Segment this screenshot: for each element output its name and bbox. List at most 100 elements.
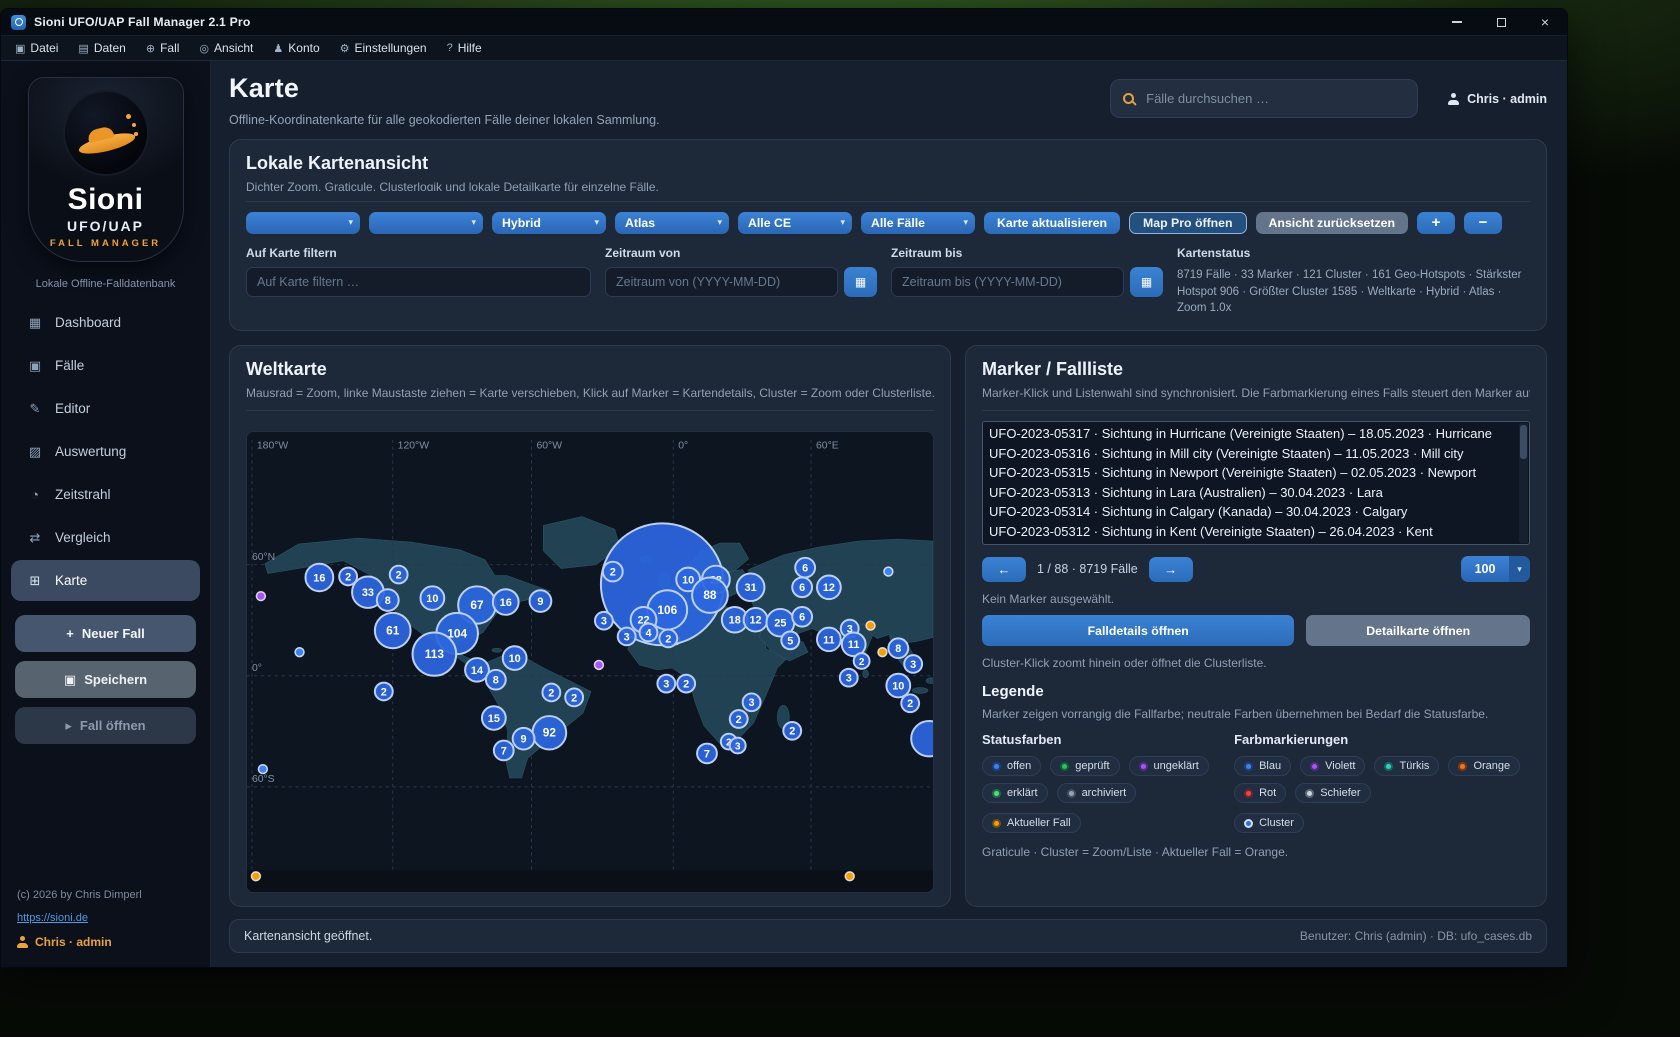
map-cluster[interactable]: 8 [377, 589, 399, 611]
search-input[interactable] [1144, 90, 1405, 107]
case-list-item[interactable]: UFO-2023-05316 · Sichtung in Mill city (… [989, 444, 1515, 464]
case-marker-dot[interactable] [878, 648, 887, 657]
date-to-calendar-button[interactable]: ▦ [1130, 267, 1163, 297]
map-cluster[interactable]: 2 [603, 562, 623, 582]
case-marker-dot[interactable] [884, 567, 893, 576]
map-cluster[interactable]: 113 [413, 633, 457, 676]
date-from-calendar-button[interactable]: ▦ [844, 267, 877, 297]
case-list-item[interactable]: UFO-2023-05313 · Sichtung in Lara (Austr… [989, 483, 1515, 503]
select-karten-thema[interactable]: Atlas▾ [615, 212, 729, 234]
case-list-item[interactable]: UFO-2023-05315 · Sichtung in Newport (Ve… [989, 463, 1515, 483]
menu-konto[interactable]: ♟Konto [263, 36, 329, 60]
maximize-button[interactable] [1479, 9, 1523, 35]
open-detail-map-button[interactable]: Detailkarte öffnen [1306, 615, 1530, 646]
select-karten-ebene[interactable]: ▾ [369, 212, 483, 234]
map-cluster[interactable]: 2 [565, 689, 583, 707]
map-cluster[interactable]: 10 [420, 586, 444, 610]
refresh-map-button[interactable]: Karte aktualisieren [984, 212, 1120, 234]
map-cluster[interactable]: 12 [744, 608, 768, 632]
map-cluster[interactable]: 15 [482, 706, 506, 730]
sidebar-item-faelle[interactable]: ▣Fälle [11, 345, 200, 386]
map-cluster[interactable]: 10 [503, 646, 527, 670]
case-marker-dot[interactable] [251, 872, 260, 881]
case-list-scrollbar[interactable] [1519, 423, 1528, 543]
map-cluster[interactable]: 3 [840, 669, 858, 687]
map-cluster[interactable]: 3 [595, 612, 613, 630]
speichern-button[interactable]: ▣Speichern [15, 661, 196, 698]
open-case-details-button[interactable]: Falldetails öffnen [982, 615, 1294, 646]
world-map-canvas[interactable]: 180°W120°W60°W0°60°E60°N0°60°S 162233810… [246, 431, 934, 893]
map-cluster[interactable]: 4 [640, 624, 658, 642]
map-cluster[interactable]: 6 [792, 607, 812, 627]
pager-next-button[interactable]: → [1149, 557, 1193, 582]
zoom-out-button[interactable]: − [1464, 212, 1502, 234]
select-karten-projektion[interactable]: ▾ [246, 212, 360, 234]
map-cluster[interactable]: 7 [494, 741, 514, 761]
map-cluster[interactable]: 3 [657, 675, 675, 693]
map-pro-button[interactable]: Map Pro öffnen [1129, 212, 1247, 234]
select-fall-filter[interactable]: Alle Fälle▾ [861, 212, 975, 234]
sidebar-item-karte[interactable]: ⊞Karte [11, 560, 200, 601]
menu-fall[interactable]: ⊕Fall [136, 36, 190, 60]
scrollbar-thumb[interactable] [1520, 425, 1527, 459]
zoom-in-button[interactable]: + [1417, 212, 1455, 234]
case-list-item[interactable]: UFO-2023-05312 · Sichtung in Kent (Verei… [989, 522, 1515, 542]
map-cluster[interactable]: 2 [375, 683, 393, 701]
map-cluster[interactable]: 16 [493, 589, 519, 615]
map-cluster[interactable]: 2 [854, 653, 870, 669]
case-list-item[interactable]: UFO-2023-05317 · Sichtung in Hurricane (… [989, 424, 1515, 444]
map-cluster[interactable]: 16 [305, 564, 333, 592]
sidebar-item-auswertung[interactable]: ▨Auswertung [11, 431, 200, 472]
map-filter-input[interactable] [246, 267, 591, 297]
case-list[interactable]: UFO-2023-05317 · Sichtung in Hurricane (… [982, 421, 1530, 545]
map-cluster[interactable]: 8 [888, 638, 908, 658]
map-cluster[interactable]: 3 [743, 693, 761, 711]
map-cluster[interactable]: 9 [530, 590, 552, 612]
map-cluster[interactable]: 12 [817, 576, 841, 600]
map-cluster[interactable]: 31 [737, 574, 765, 602]
sidebar-item-zeitstrahl[interactable]: ◔Zeitstrahl [11, 474, 200, 515]
map-cluster[interactable]: 88 [692, 577, 728, 612]
map-cluster[interactable]: 2 [390, 566, 408, 584]
case-marker-dot[interactable] [866, 621, 875, 630]
map-cluster[interactable]: 5 [781, 632, 799, 650]
map-cluster[interactable]: 7 [697, 744, 717, 764]
map-cluster[interactable]: 2 [901, 694, 919, 712]
map-cluster[interactable]: 3 [904, 655, 922, 673]
map-cluster[interactable]: 2 [659, 630, 677, 648]
date-to-input[interactable] [891, 267, 1124, 297]
select-ce-filter[interactable]: Alle CE▾ [738, 212, 852, 234]
map-cluster[interactable]: 3 [730, 738, 746, 754]
menu-daten[interactable]: ▤Daten [68, 36, 135, 60]
select-ansicht-modus[interactable]: Hybrid▾ [492, 212, 606, 234]
map-cluster[interactable]: 61 [375, 613, 411, 648]
page-size-select[interactable]: 100 ▾ [1461, 556, 1530, 582]
search-box[interactable] [1110, 79, 1418, 118]
website-link[interactable]: https://sioni.de [17, 912, 194, 924]
map-cluster[interactable]: 10 [886, 674, 910, 698]
case-marker-dot[interactable] [295, 648, 304, 657]
menu-hilfe[interactable]: ?Hilfe [437, 36, 492, 60]
case-list-item[interactable]: UFO-2023-05314 · Sichtung in Calgary (Ka… [989, 502, 1515, 522]
map-cluster[interactable]: 92 [533, 716, 567, 749]
map-cluster[interactable]: 3 [618, 628, 636, 646]
pager-prev-button[interactable]: ← [982, 557, 1026, 582]
sidebar-item-dashboard[interactable]: ▦Dashboard [11, 302, 200, 343]
map-cluster[interactable]: 6 [795, 558, 815, 578]
menu-datei[interactable]: ▣Datei [5, 36, 68, 60]
date-from-input[interactable] [605, 267, 838, 297]
case-marker-dot[interactable] [258, 765, 267, 774]
map-cluster[interactable]: 2 [730, 710, 748, 728]
neuer-fall-button[interactable]: +Neuer Fall [15, 615, 196, 652]
case-marker-dot[interactable] [256, 592, 265, 601]
sidebar-item-vergleich[interactable]: ⇄Vergleich [11, 517, 200, 558]
map-cluster[interactable]: 2 [677, 675, 695, 693]
menu-ansicht[interactable]: ◎Ansicht [189, 36, 263, 60]
reset-view-button[interactable]: Ansicht zurücksetzen [1256, 212, 1408, 234]
sidebar-item-editor[interactable]: ✎Editor [11, 388, 200, 429]
map-cluster[interactable]: 8 [486, 670, 506, 690]
map-cluster[interactable]: 9 [513, 728, 535, 750]
map-cluster[interactable]: 2 [783, 722, 801, 740]
fall-oeffnen-button[interactable]: ▸Fall öffnen [15, 707, 196, 744]
map-cluster[interactable]: 6 [792, 577, 812, 597]
